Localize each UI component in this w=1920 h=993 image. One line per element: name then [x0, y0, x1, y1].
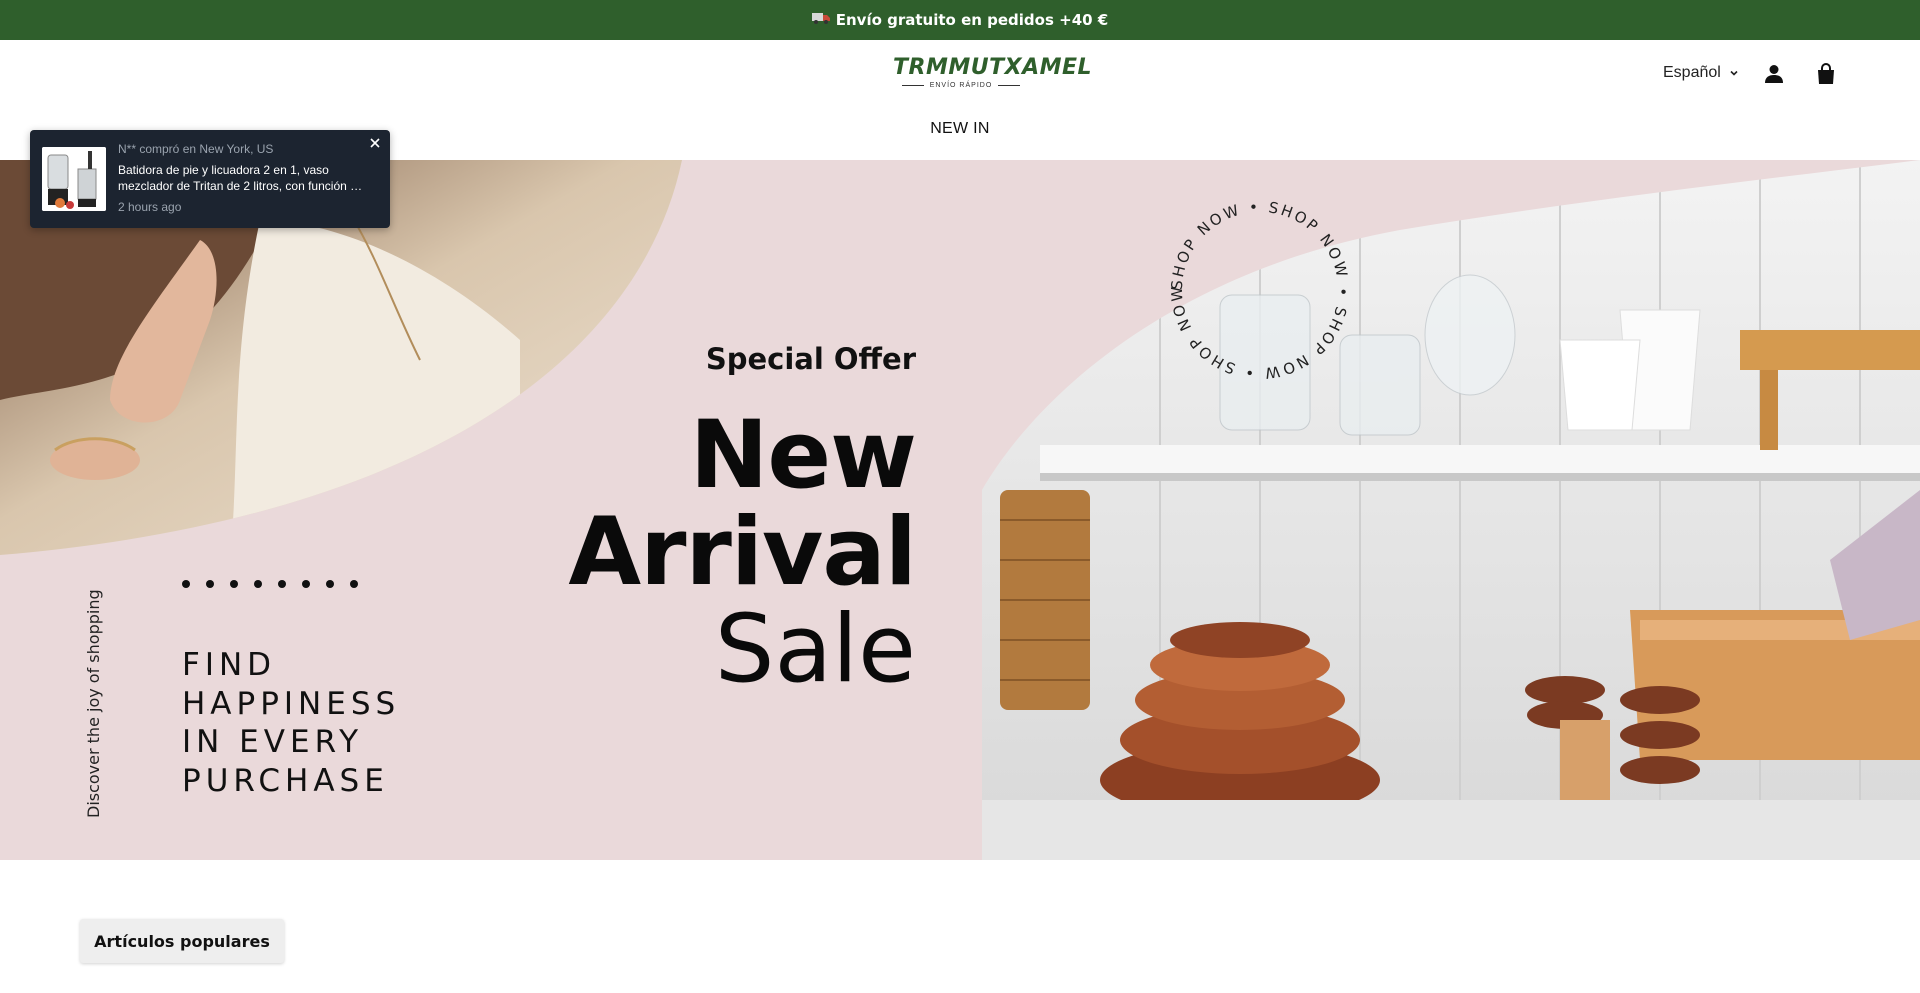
language-label: Español — [1663, 64, 1721, 81]
hero-tagline-line: PURCHASE — [182, 762, 389, 799]
hero-tagline-line: FIND — [182, 647, 277, 683]
shop-now-circle-icon[interactable]: SHOP NOW • SHOP NOW • SHOP NOW • SHOP NO… — [1160, 190, 1360, 390]
popup-product-thumbnail — [42, 147, 106, 211]
svg-text:SHOP NOW • SHOP NOW • SHOP NOW: SHOP NOW • SHOP NOW • SHOP NOW • SHOP NO… — [1160, 190, 1352, 382]
popup-description: Batidora de pie y licuadora 2 en 1, vaso… — [118, 163, 363, 193]
close-icon[interactable] — [368, 136, 382, 150]
tab-popular-items[interactable]: Artículos populares — [80, 919, 284, 963]
recent-purchase-popup[interactable]: N** compró en New York, US Batidora de p… — [30, 130, 390, 228]
shop-now-circle-text: SHOP NOW • SHOP NOW • SHOP NOW • SHOP NO… — [1160, 190, 1350, 382]
hero-headline-arrival: Arrival — [568, 498, 917, 607]
hero-special-offer: Special Offer — [705, 342, 916, 376]
chevron-down-icon — [1730, 70, 1738, 76]
site-logo[interactable]: TRMMUTXAMEL ENVÍO RÁPIDO — [893, 55, 1093, 96]
nav-item-new-in[interactable]: NEW IN — [930, 120, 990, 137]
bag-icon[interactable] — [1814, 62, 1838, 86]
popup-time: 2 hours ago — [118, 200, 182, 214]
truck-icon — [811, 11, 830, 29]
hero-headline-sale: Sale — [714, 595, 916, 704]
popup-title: N** compró en New York, US — [118, 142, 274, 156]
hero-banner[interactable]: SHOP NOW • SHOP NOW • SHOP NOW • SHOP NO… — [0, 160, 1920, 860]
hero-side-text: Discover the joy of shopping — [84, 589, 103, 818]
logo-line-left — [901, 84, 924, 87]
hero-tagline: FIND HAPPINESS IN EVERY PURCHASE — [182, 646, 400, 800]
announcement-text: Envío gratuito en pedidos +40 € — [835, 11, 1109, 29]
logo-line-right — [998, 84, 1021, 87]
hero-tagline-line: IN EVERY — [182, 724, 364, 760]
hero-dots-decoration — [182, 580, 358, 588]
hero-tagline-line: HAPPINESS — [182, 685, 401, 722]
logo-wordmark: TRMMUTXAMEL — [893, 55, 1093, 80]
hero-headline-new: New — [689, 401, 917, 510]
account-icon[interactable] — [1762, 62, 1786, 86]
logo-tagline: ENVÍO RÁPIDO — [893, 82, 1029, 89]
language-selector[interactable]: Español — [1663, 64, 1739, 82]
logo-tagline-text: ENVÍO RÁPIDO — [929, 82, 993, 89]
announcement-bar: Envío gratuito en pedidos +40 € — [0, 0, 1920, 40]
